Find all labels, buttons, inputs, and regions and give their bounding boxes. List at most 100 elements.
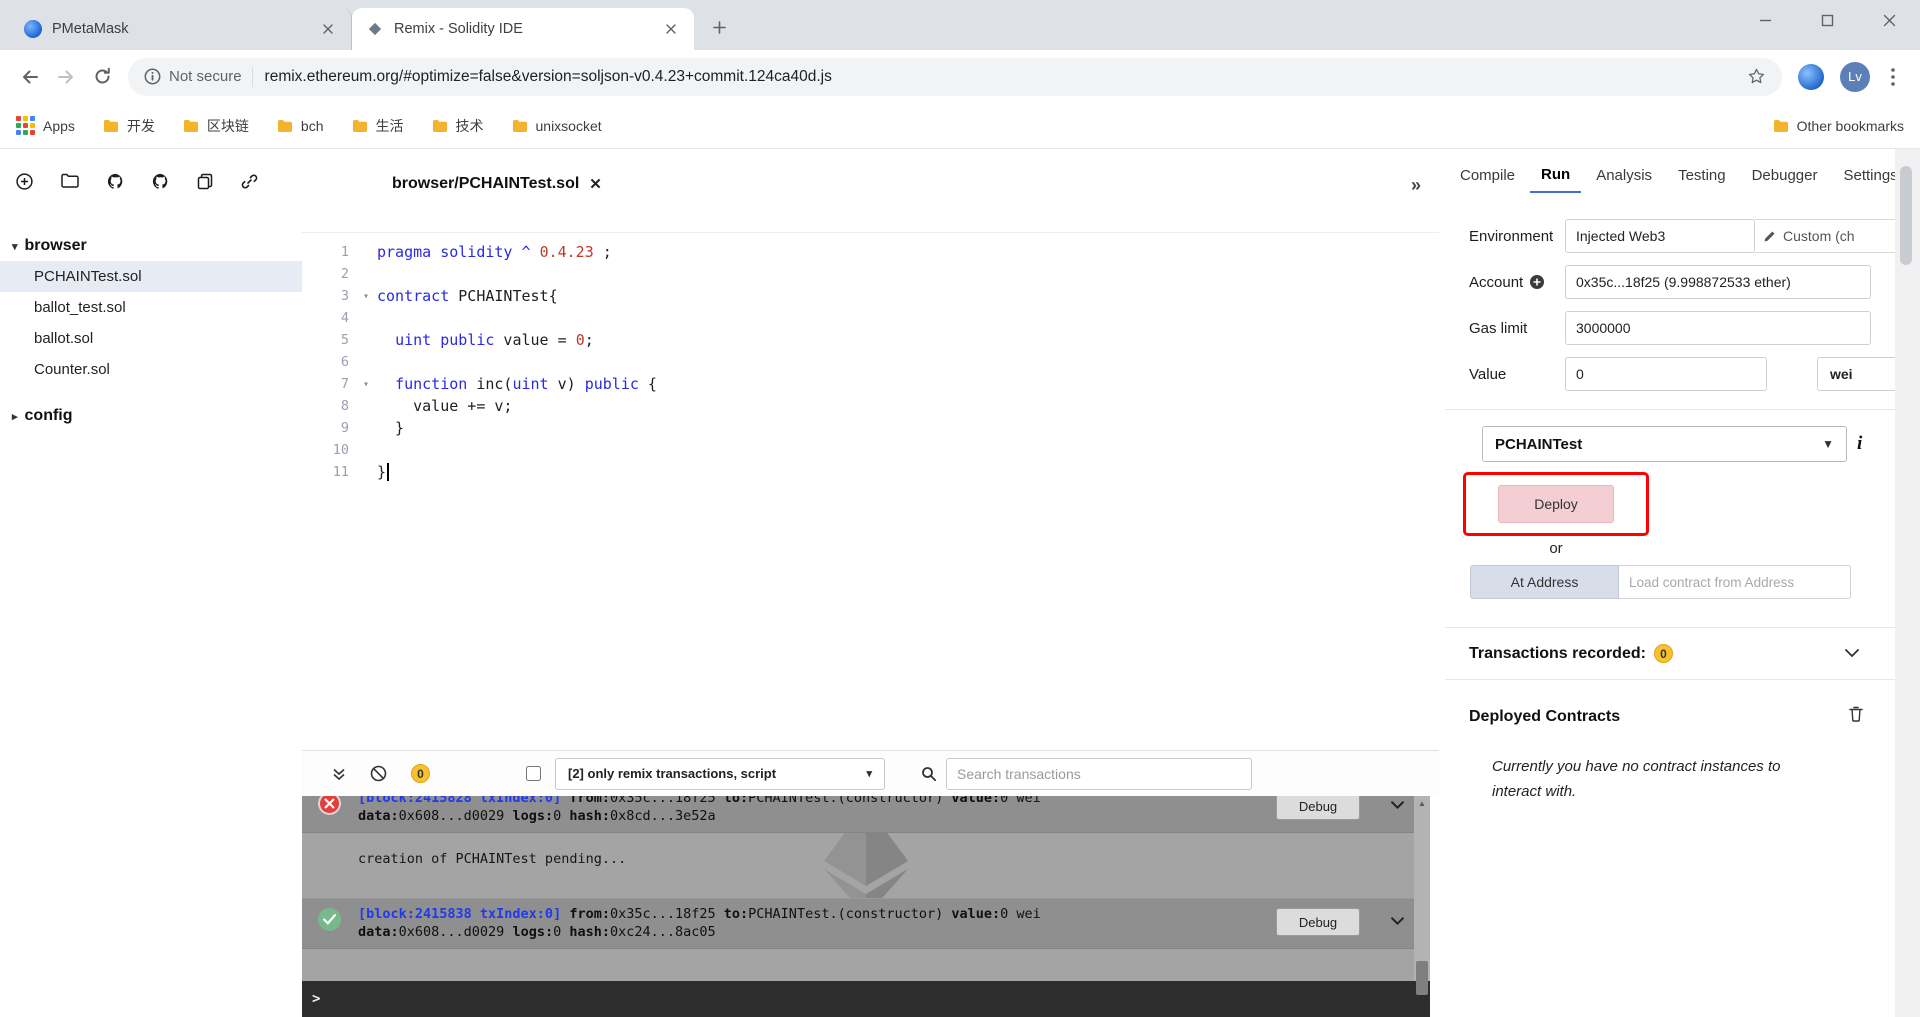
more-tabs-icon[interactable]: » [1411, 175, 1421, 196]
code-text: function inc(uint v) public { [377, 375, 657, 393]
listen-network-checkbox[interactable] [526, 766, 541, 781]
chevron-down-icon[interactable] [1391, 914, 1404, 930]
add-account-icon[interactable] [1529, 274, 1545, 290]
scrollbar-thumb[interactable] [1900, 166, 1912, 265]
terminal-tx-entry[interactable]: [block:2415838 txIndex:0] from:0x35c...1… [302, 898, 1430, 949]
info-icon[interactable] [144, 68, 161, 85]
bookmark-item[interactable]: bch [277, 118, 324, 134]
at-address-input[interactable] [1619, 565, 1851, 599]
file-item[interactable]: ballot.sol [0, 323, 302, 354]
folder-config[interactable]: ▸ config [0, 407, 302, 425]
environment-select[interactable]: Injected Web3 [1565, 219, 1755, 253]
url-text: remix.ethereum.org/#optimize=false&versi… [265, 68, 1737, 86]
panel-tab-compile[interactable]: Compile [1449, 159, 1526, 192]
maximize-button[interactable] [1796, 0, 1858, 40]
transactions-recorded-section[interactable]: Transactions recorded: 0 [1445, 627, 1895, 680]
fold-icon[interactable]: ▾ [355, 291, 377, 302]
address-bar[interactable]: Not secure remix.ethereum.org/#optimize=… [128, 58, 1782, 96]
account-select[interactable]: 0x35c...18f25 (9.998872533 ether) [1565, 265, 1871, 299]
close-window-button[interactable] [1858, 0, 1920, 40]
terminal-scrollbar[interactable]: ▲ [1414, 796, 1430, 981]
gist-icon[interactable] [152, 173, 169, 209]
scrollbar-thumb[interactable] [1416, 961, 1428, 995]
panel-tab-analysis[interactable]: Analysis [1585, 159, 1663, 192]
scroll-up-icon[interactable]: ▲ [1414, 796, 1430, 810]
minimize-button[interactable] [1734, 0, 1796, 40]
bookmark-item[interactable]: 区块链 [183, 116, 249, 136]
transaction-filter-dropdown[interactable]: [2] only remix transactions, script ▾ [555, 758, 885, 790]
folder-icon [1773, 119, 1789, 133]
extension-icon[interactable] [1798, 64, 1824, 90]
tab-pmetamask[interactable]: PMetaMask [10, 8, 352, 50]
line-number: 1 [302, 244, 355, 260]
close-tab-icon[interactable] [319, 20, 337, 38]
line-number: 3 [302, 288, 355, 304]
value-input[interactable] [1565, 357, 1767, 391]
debug-button[interactable]: Debug [1276, 908, 1360, 936]
bookmark-item[interactable]: 生活 [352, 116, 404, 136]
or-label: or [1463, 540, 1649, 557]
contract-select[interactable]: PCHAINTest ▼ [1482, 426, 1847, 462]
reload-button[interactable] [84, 59, 120, 95]
back-button[interactable] [12, 59, 48, 95]
chevron-down-icon[interactable] [1391, 798, 1404, 814]
fold-icon[interactable]: ▾ [355, 379, 377, 390]
bookmark-item[interactable]: 开发 [103, 116, 155, 136]
contract-info-icon[interactable]: i [1857, 433, 1862, 455]
chevron-down-icon[interactable] [1845, 645, 1859, 663]
trash-icon[interactable] [1849, 706, 1863, 727]
at-address-button[interactable]: At Address [1470, 565, 1619, 599]
open-file-icon[interactable] [61, 173, 79, 209]
window-scrollbar[interactable] [1895, 149, 1920, 1017]
code-text: uint public value = 0; [377, 331, 594, 349]
text-cursor [387, 463, 389, 481]
expand-terminal-icon[interactable] [332, 767, 346, 781]
panel-tab-settings[interactable]: Settings [1832, 159, 1895, 192]
code-line: 1pragma solidity ^ 0.4.23 ; [302, 241, 1439, 263]
folder-icon [512, 119, 528, 133]
bookmark-item[interactable]: 技术 [432, 116, 484, 136]
tab-remix[interactable]: Remix - Solidity IDE [352, 8, 694, 50]
copy-files-icon[interactable] [197, 173, 213, 209]
folder-icon [183, 119, 199, 133]
code-line: 8 value += v; [302, 395, 1439, 417]
close-editor-tab-icon[interactable]: ✕ [589, 175, 602, 193]
panel-tabs: CompileRunAnalysisTestingDebuggerSetting… [1445, 149, 1895, 201]
file-item[interactable]: PCHAINTest.sol [0, 261, 302, 292]
bookmark-item[interactable]: unixsocket [512, 118, 602, 134]
terminal-prompt[interactable]: > [302, 981, 1430, 1017]
forward-button[interactable] [48, 59, 84, 95]
clear-terminal-icon[interactable] [370, 765, 387, 782]
profile-avatar[interactable]: Lv [1840, 62, 1870, 92]
bookmark-star-icon[interactable] [1747, 67, 1766, 86]
terminal-search [921, 758, 1252, 790]
search-transactions-input[interactable] [946, 758, 1252, 790]
panel-tab-debugger[interactable]: Debugger [1741, 159, 1829, 192]
link-localhost-icon[interactable] [241, 173, 258, 209]
empty-message-line: interact with. [1492, 783, 1576, 800]
file-item[interactable]: ballot_test.sol [0, 292, 302, 323]
environment-custom[interactable]: Custom (ch [1755, 219, 1895, 253]
github-icon[interactable] [107, 173, 124, 209]
deployed-contracts-header: Deployed Contracts [1445, 680, 1895, 727]
panel-tab-run[interactable]: Run [1530, 158, 1581, 193]
editor-tab-pchaintest[interactable]: browser/PCHAINTest.sol ✕ [392, 175, 602, 193]
file-item[interactable]: Counter.sol [0, 354, 302, 385]
close-tab-icon[interactable] [662, 20, 680, 38]
apps-shortcut[interactable]: Apps [16, 116, 75, 135]
deploy-button[interactable]: Deploy [1498, 485, 1614, 523]
panel-tab-testing[interactable]: Testing [1667, 159, 1737, 192]
folder-browser[interactable]: ▾ browser [0, 237, 302, 255]
terminal-log-line: [block:2415838 txIndex:0] from:0x35c...1… [358, 905, 1250, 923]
folder-icon [277, 119, 293, 133]
code-lines[interactable]: 1pragma solidity ^ 0.4.23 ;23▾contract P… [302, 233, 1439, 750]
value-unit-select[interactable]: wei [1817, 357, 1895, 391]
terminal-tx-entry[interactable]: [block:2415828 txIndex:0] from:0x35c...1… [302, 796, 1430, 833]
gas-limit-input[interactable] [1565, 311, 1871, 345]
other-bookmarks[interactable]: Other bookmarks [1773, 118, 1904, 134]
debug-button[interactable]: Debug [1276, 796, 1360, 820]
line-number: 4 [302, 310, 355, 326]
browser-menu-icon[interactable] [1878, 68, 1908, 86]
new-tab-button[interactable] [704, 12, 734, 42]
new-file-icon[interactable] [16, 173, 33, 209]
